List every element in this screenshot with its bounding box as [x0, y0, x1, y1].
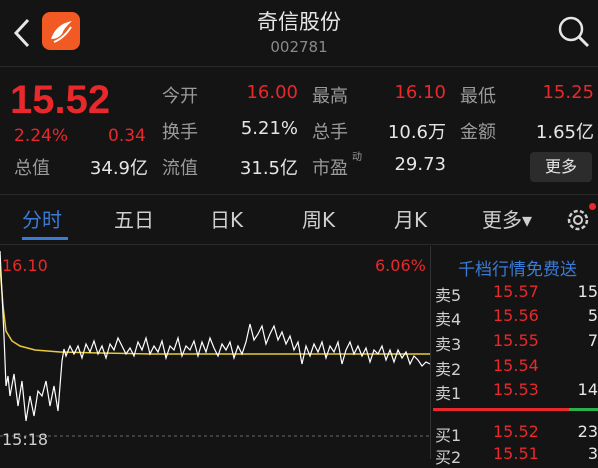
stat-label-float-cap: 流值	[162, 158, 198, 179]
stat-label-amount: 金额	[460, 122, 496, 143]
stat-value-volume: 10.6万	[387, 122, 446, 143]
average-price-line	[0, 265, 430, 355]
bid-price: 15.51	[493, 444, 539, 463]
change-amount: 0.34	[108, 126, 146, 146]
gear-icon[interactable]	[563, 205, 593, 235]
ask-row-1: 卖1 15.53 14	[431, 380, 598, 404]
stat-value-pe: 29.73	[394, 154, 446, 175]
ask-price: 15.56	[493, 306, 539, 325]
chart-high-percent: 6.06%	[375, 256, 426, 275]
ask-level-label: 卖5	[435, 286, 462, 305]
stat-label-market-cap: 总值	[14, 158, 50, 179]
stat-label-turnover: 换手	[162, 122, 198, 143]
stat-label-high: 最高	[312, 86, 348, 107]
stat-label-volume: 总手	[312, 122, 348, 143]
tab-more[interactable]: 更多▾	[482, 204, 532, 233]
ask-price: 15.53	[493, 380, 539, 399]
ask-level-label: 卖1	[435, 384, 462, 403]
bid-level-label: 买2	[435, 448, 462, 467]
ask-row-4: 卖4 15.56 5	[431, 306, 598, 330]
change-percent: 2.24%	[14, 126, 69, 146]
ask-price: 15.55	[493, 331, 539, 350]
buy-pressure-bar	[569, 408, 598, 411]
ask-level-label: 卖4	[435, 310, 462, 329]
stat-value-float-cap: 31.5亿	[239, 158, 298, 179]
sell-pressure-bar	[433, 408, 569, 411]
intraday-chart[interactable]	[0, 246, 430, 459]
chart-time-label: 15:18	[2, 430, 49, 449]
ask-price: 15.54	[493, 356, 539, 375]
search-icon[interactable]	[557, 15, 591, 49]
stat-label-open: 今开	[162, 86, 198, 107]
bid-price: 15.52	[493, 422, 539, 441]
bid-row-2: 买2 15.51 3	[431, 444, 598, 468]
ask-row-2: 卖2 15.54	[431, 356, 598, 380]
bid-volume: 3	[587, 444, 598, 463]
bid-volume: 23	[577, 422, 598, 441]
tab-five-day[interactable]: 五日	[114, 204, 154, 233]
notification-dot	[589, 203, 596, 210]
stock-name: 奇信股份	[257, 10, 341, 34]
chart-high-label: 16.10	[2, 256, 48, 275]
stat-label-pe: 市盈	[312, 158, 348, 179]
header-divider	[0, 66, 598, 67]
current-price: 15.52	[10, 78, 111, 122]
active-tab-indicator	[22, 237, 68, 240]
chart-tabs: 分时 五日 日K 周K 月K 更多▾	[0, 196, 598, 242]
stat-label-low: 最低	[460, 86, 496, 107]
orderbook-panel: 卖5 15.57 15 卖4 15.56 5 卖3 15.55 7 卖2 15.…	[431, 246, 598, 467]
stat-value-market-cap: 34.9亿	[89, 158, 148, 179]
pe-dynamic-superscript: 动	[352, 152, 362, 163]
stat-value-open: 16.00	[246, 82, 298, 103]
ask-volume: 5	[587, 306, 598, 325]
ask-level-label: 卖3	[435, 335, 462, 354]
more-stats-button[interactable]: 更多	[530, 152, 592, 182]
ask-level-label: 卖2	[435, 360, 462, 379]
stat-value-turnover: 5.21%	[240, 118, 298, 139]
bid-level-label: 买1	[435, 426, 462, 445]
tab-daily-k[interactable]: 日K	[210, 204, 243, 233]
bid-row-1: 买1 15.52 23	[431, 422, 598, 446]
stat-value-high: 16.10	[394, 82, 446, 103]
stock-code: 002781	[270, 38, 328, 56]
ask-volume: 14	[577, 380, 598, 399]
tab-weekly-k[interactable]: 周K	[302, 204, 335, 233]
stat-value-low: 15.25	[542, 82, 594, 103]
ask-row-5: 卖5 15.57 15	[431, 282, 598, 306]
stat-value-amount: 1.65亿	[535, 122, 594, 143]
ask-volume: 15	[577, 282, 598, 301]
tab-monthly-k[interactable]: 月K	[394, 204, 427, 233]
ask-price: 15.57	[493, 282, 539, 301]
tab-intraday[interactable]: 分时	[22, 204, 62, 233]
tabs-divider	[0, 244, 598, 245]
ask-row-3: 卖3 15.55 7	[431, 331, 598, 355]
ask-volume: 7	[587, 331, 598, 350]
price-line	[0, 250, 430, 422]
quote-divider	[0, 194, 598, 195]
header-bar: 奇信股份 002781	[0, 0, 598, 66]
